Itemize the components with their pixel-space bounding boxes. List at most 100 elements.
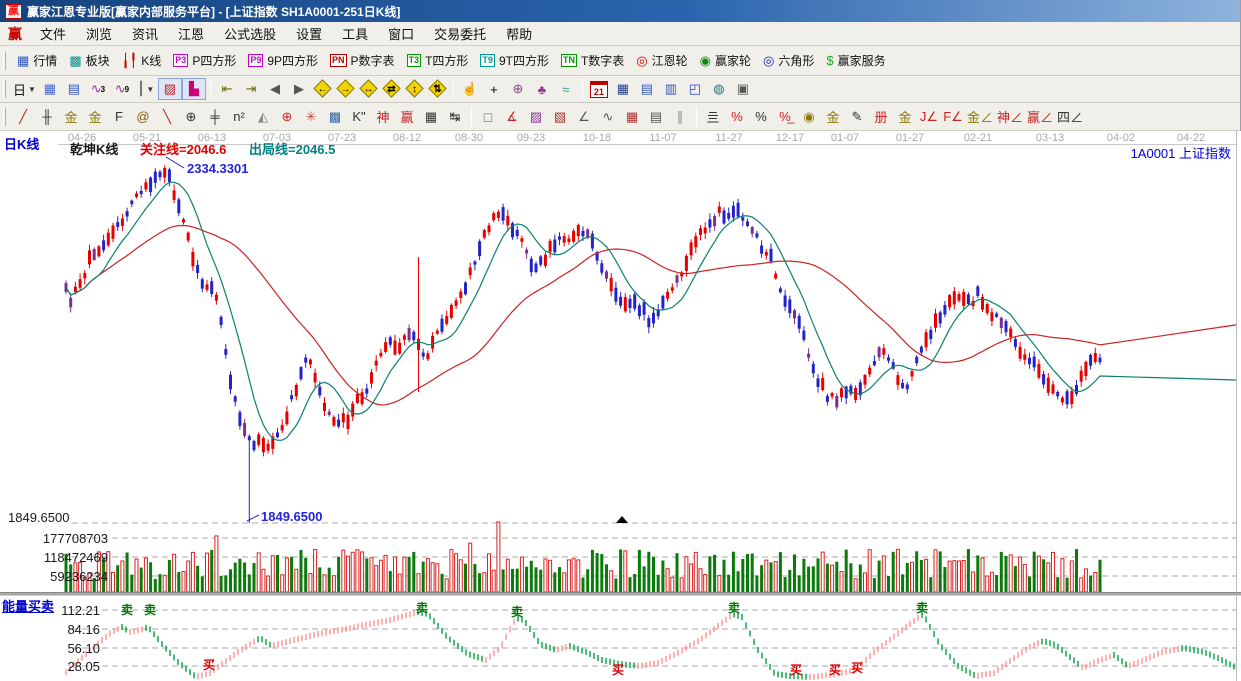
- shen-angle-tool-icon[interactable]: 神∠: [995, 106, 1025, 128]
- web1-tool-icon[interactable]: ✳: [299, 106, 323, 128]
- wave-tool-icon[interactable]: ≈: [554, 78, 578, 100]
- compress-y-diamond-icon[interactable]: ⇅: [426, 78, 449, 100]
- p-square-button[interactable]: P3P四方形: [167, 50, 242, 71]
- panel-splitter[interactable]: [0, 592, 1241, 596]
- percent-tool-icon[interactable]: %: [749, 106, 773, 128]
- grid123-tool-icon[interactable]: ▦: [419, 106, 443, 128]
- gold-grid2-tool-icon[interactable]: 金: [83, 106, 107, 128]
- menu-item-资讯[interactable]: 资讯: [122, 22, 168, 45]
- menu-item-工具[interactable]: 工具: [332, 22, 378, 45]
- net-box-tool-icon[interactable]: ▧: [548, 106, 572, 128]
- next-icon[interactable]: ▶: [287, 78, 311, 100]
- winner-service-button[interactable]: $赢家服务: [820, 50, 891, 71]
- t-square-button[interactable]: T3T四方形: [401, 50, 475, 71]
- hand-tool-icon[interactable]: ☝: [458, 78, 482, 100]
- shaded-box-tool-icon[interactable]: ▨: [524, 106, 548, 128]
- levels-tool-icon[interactable]: 亖: [701, 106, 725, 128]
- hexagon-button[interactable]: ◎六角形: [757, 50, 820, 71]
- chart-area[interactable]: 04-2605-2106-1307-0307-2308-1208-3009-23…: [0, 131, 1241, 681]
- target-tool-icon[interactable]: ⊕: [275, 106, 299, 128]
- gold-grid-tool-icon[interactable]: 金: [59, 106, 83, 128]
- net-chart-icon[interactable]: ▦: [38, 78, 62, 100]
- toolbar-grip[interactable]: [3, 80, 6, 98]
- kline-button[interactable]: ╽╿K线: [116, 50, 168, 71]
- print-icon[interactable]: ▣: [731, 78, 755, 100]
- title-bar[interactable]: 赢 赢家江恩专业版[赢家内部服务平台] - [上证指数 SH1A0001-251…: [0, 0, 1240, 22]
- panel-tool-icon[interactable]: ▤: [644, 106, 668, 128]
- last-page-icon[interactable]: ⇥: [239, 78, 263, 100]
- percent-line-tool-icon[interactable]: %̲: [773, 106, 797, 128]
- gold-lines-tool-icon[interactable]: 金: [821, 106, 845, 128]
- menu-item-设置[interactable]: 设置: [286, 22, 332, 45]
- zoom-out-x-diamond-icon[interactable]: ←: [311, 78, 334, 100]
- info-doc-icon[interactable]: ▤: [62, 78, 86, 100]
- menu-item-窗口[interactable]: 窗口: [378, 22, 424, 45]
- j-angle-tool-icon[interactable]: J∠: [917, 106, 941, 128]
- menu-item-公式选股[interactable]: 公式选股: [214, 22, 286, 45]
- web-export-icon[interactable]: ◍: [707, 78, 731, 100]
- channel-tool-icon[interactable]: 册: [869, 106, 893, 128]
- prev-icon[interactable]: ◀: [263, 78, 287, 100]
- histogram-icon[interactable]: ▙: [182, 78, 206, 100]
- toolbar-grip[interactable]: [3, 108, 6, 126]
- f-angle-tool-icon[interactable]: F∠: [941, 106, 965, 128]
- menu-item-交易委托[interactable]: 交易委托: [424, 22, 496, 45]
- 9p-square-button[interactable]: P99P四方形: [242, 50, 324, 71]
- parallel-tool-icon[interactable]: ∥: [668, 106, 692, 128]
- gold-level-tool-icon[interactable]: 金: [893, 106, 917, 128]
- notes-icon[interactable]: ▥: [659, 78, 683, 100]
- gold-circle-tool-icon[interactable]: ◉: [797, 106, 821, 128]
- candle-style-dropdown[interactable]: ⎮▼: [134, 78, 158, 100]
- period-day-dropdown[interactable]: 日▼: [11, 78, 38, 100]
- n2-tool-icon[interactable]: n²: [227, 106, 251, 128]
- menu-item-浏览[interactable]: 浏览: [76, 22, 122, 45]
- gold-angle-tool-icon[interactable]: 金∠: [965, 106, 995, 128]
- toolbar-grip[interactable]: [3, 52, 6, 70]
- save-icon[interactable]: ◰: [683, 78, 707, 100]
- hash-tool-icon[interactable]: ╪: [203, 106, 227, 128]
- spiral-tool-icon[interactable]: @: [131, 106, 155, 128]
- first-page-icon[interactable]: ⇤: [215, 78, 239, 100]
- shen-grid-tool-icon[interactable]: 神: [371, 106, 395, 128]
- fan-lines-tool-icon[interactable]: ∡: [500, 106, 524, 128]
- box-select-tool-icon[interactable]: ◻: [476, 106, 500, 128]
- menu-item-江恩[interactable]: 江恩: [168, 22, 214, 45]
- kquote-tool-icon[interactable]: K": [347, 106, 371, 128]
- wave3-icon[interactable]: ∿3: [86, 78, 110, 100]
- calculator-icon[interactable]: ▦: [611, 78, 635, 100]
- candlestick-canvas[interactable]: [0, 131, 1241, 681]
- wave9-icon[interactable]: ∿9: [110, 78, 134, 100]
- ying-angle-tool-icon[interactable]: 赢∠: [1025, 106, 1055, 128]
- expand-y-diamond-icon[interactable]: ↕: [403, 78, 426, 100]
- calendar-icon[interactable]: 21: [587, 78, 611, 100]
- p-number-table-button[interactable]: PNP数字表: [324, 50, 401, 71]
- t-number-table-button[interactable]: TNT数字表: [555, 50, 630, 71]
- qiankun-pattern-icon[interactable]: ▨: [158, 78, 182, 100]
- percent-red-tool-icon[interactable]: %: [725, 106, 749, 128]
- winner-wheel-button[interactable]: ◉赢家轮: [694, 50, 757, 71]
- pen-tool-icon[interactable]: ╱: [11, 106, 35, 128]
- sectors-button[interactable]: ▩板块: [63, 50, 115, 71]
- expand-x-diamond-icon[interactable]: ↔: [357, 78, 380, 100]
- quotes-button[interactable]: ▦行情: [11, 50, 63, 71]
- angle-mirror-tool-icon[interactable]: ◭: [251, 106, 275, 128]
- 9t-square-button[interactable]: T99T四方形: [474, 50, 555, 71]
- report-icon[interactable]: ▤: [635, 78, 659, 100]
- grid-tool-icon[interactable]: ╫: [35, 106, 59, 128]
- gann-tool-icon[interactable]: ♣: [530, 78, 554, 100]
- zigzag-tool-icon[interactable]: ∿: [596, 106, 620, 128]
- menu-item-帮助[interactable]: 帮助: [496, 22, 542, 45]
- brush-tool-icon[interactable]: ╲: [155, 106, 179, 128]
- ying-grid-tool-icon[interactable]: 赢: [395, 106, 419, 128]
- width-arrows-tool-icon[interactable]: ↹: [443, 106, 467, 128]
- compass-tool-icon[interactable]: ⊕: [179, 106, 203, 128]
- four-angle-tool-icon[interactable]: 四∠: [1055, 106, 1085, 128]
- menu-item-文件[interactable]: 文件: [30, 22, 76, 45]
- gann-wheel-button[interactable]: ◎江恩轮: [630, 50, 693, 71]
- f-grid-tool-icon[interactable]: F: [107, 106, 131, 128]
- crosshair-tool-icon[interactable]: +: [482, 78, 506, 100]
- magnify-tool-icon[interactable]: ⊕: [506, 78, 530, 100]
- pen2-tool-icon[interactable]: ✎: [845, 106, 869, 128]
- web2-tool-icon[interactable]: ▩: [323, 106, 347, 128]
- compress-x-diamond-icon[interactable]: ⇄: [380, 78, 403, 100]
